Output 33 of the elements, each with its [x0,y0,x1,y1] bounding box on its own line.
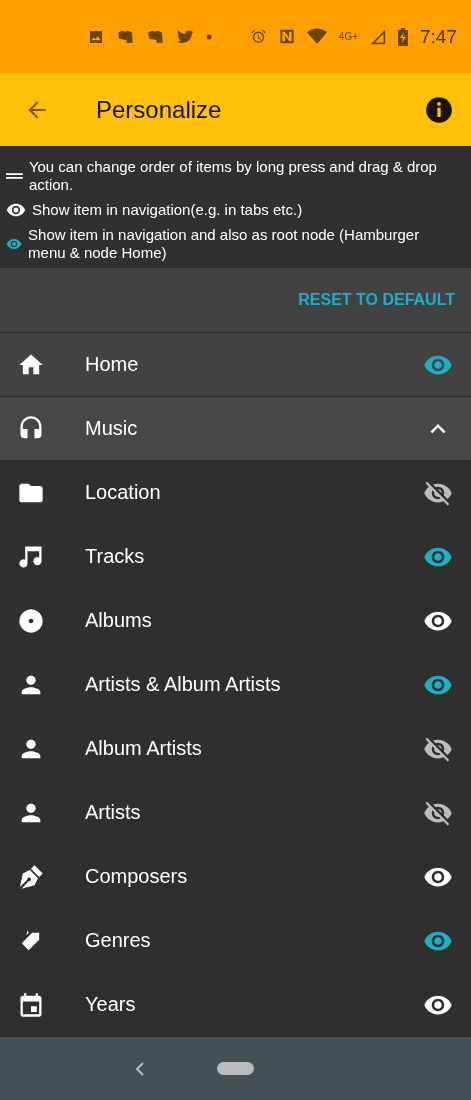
item-label: Tracks [85,545,146,568]
item-label: Years [85,993,137,1016]
clock-time: 7:47 [420,25,457,48]
home-pill[interactable] [217,1062,254,1075]
item-label: Genres [85,929,152,952]
item-label: Artists & Album Artists [85,673,282,696]
item-label: Albums [85,609,153,632]
legend-text: Show item in navigation(e.g. in tabs etc.) [32,201,303,219]
reset-button[interactable]: RESET TO DEFAULT [298,287,455,313]
item-label: Album Artists [85,737,203,760]
list-row[interactable]: Home [0,333,471,397]
info-icon[interactable] [425,95,453,124]
bird-icon [176,28,194,45]
wifi-icon [306,28,327,45]
screen-title: Personalize [96,95,223,124]
signal-icon [370,28,386,45]
dot-icon [206,33,212,40]
pen-nib-icon [17,862,45,891]
item-label: Composers [85,865,189,888]
battery-icon [398,27,408,46]
alarm-clock-icon [249,28,267,45]
item-label: Location [85,481,162,504]
item-label: Home [85,353,140,376]
item-label: Music [85,417,139,440]
legend-text: Show item in navigation and also as root node (Hamburger menu & node Home) [28,226,421,262]
item-label: Artists [85,801,142,824]
network-type: 4G+ [338,31,358,42]
legend-text: You can change order of items by long press and drag & drop action. [28,158,438,194]
drag-handle-icon [6,173,23,179]
nfc-icon [278,28,295,45]
back-icon[interactable] [133,1059,147,1078]
image-icon [88,28,104,45]
list-row[interactable]: Music [0,397,471,461]
